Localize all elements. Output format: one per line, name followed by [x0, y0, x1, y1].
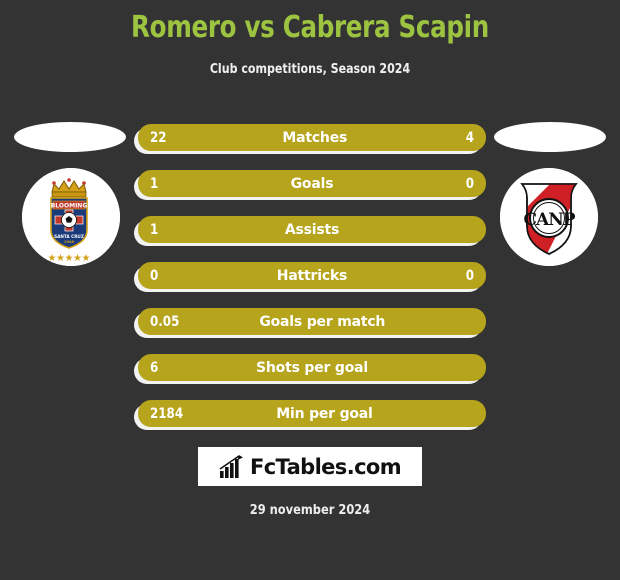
stat-bar: 0.05 Goals per match: [138, 308, 486, 335]
page-subtitle: Club competitions, Season 2024: [209, 62, 411, 77]
stat-label: Min per goal: [276, 405, 373, 422]
svg-text:1946: 1946: [64, 240, 75, 244]
decorative-ellipse-left: [14, 122, 126, 152]
stat-label: Assists: [284, 221, 340, 238]
stat-home-value: 6: [150, 359, 159, 376]
stat-bar: 1 Assists: [138, 216, 486, 243]
page-title: Romero vs Cabrera Scapin: [131, 10, 489, 45]
svg-text:BLOOMING: BLOOMING: [51, 202, 88, 209]
stat-label: Matches: [282, 129, 348, 146]
stat-bar: 0 Hattricks 0: [138, 262, 486, 289]
stat-bar: 22 Matches 4: [138, 124, 486, 151]
stat-away-value: 0: [465, 175, 474, 192]
stat-label: Goals: [290, 175, 334, 192]
page-date: 29 november 2024: [249, 503, 371, 518]
stat-bar: 1 Goals 0: [138, 170, 486, 197]
canp-badge-icon: CANP: [500, 168, 598, 266]
stat-row: 2184 Min per goal: [134, 400, 486, 430]
svg-text:SANTA CRUZ: SANTA CRUZ: [54, 234, 84, 239]
stat-home-value: 1: [150, 175, 159, 192]
stat-row: 1 Assists: [134, 216, 486, 246]
stat-label: Shots per goal: [256, 359, 368, 376]
stat-away-value: 0: [465, 267, 474, 284]
stat-label: Goals per match: [259, 313, 386, 330]
stat-home-value: 1: [150, 221, 159, 238]
home-team-badge: BLOOMING SANTA CRUZ 1946: [22, 168, 120, 266]
bar-chart-growth-icon: [219, 454, 243, 478]
stat-home-value: 22: [150, 129, 167, 146]
stat-row: 6 Shots per goal: [134, 354, 486, 384]
stat-home-value: 2184: [150, 405, 184, 422]
decorative-ellipse-right: [494, 122, 606, 152]
away-team-badge: CANP: [500, 168, 598, 266]
svg-text:CANP: CANP: [523, 210, 575, 230]
stat-bar: 2184 Min per goal: [138, 400, 486, 427]
stat-label: Hattricks: [276, 267, 348, 284]
stat-bar: 6 Shots per goal: [138, 354, 486, 381]
stat-row: 0.05 Goals per match: [134, 308, 486, 338]
stat-row: 1 Goals 0: [134, 170, 486, 200]
fctables-logo-text: FcTables.com: [249, 454, 402, 479]
club-blooming-badge-icon: BLOOMING SANTA CRUZ 1946: [22, 168, 120, 266]
stat-home-value: 0.05: [150, 313, 180, 330]
stat-away-value: 4: [465, 129, 474, 146]
stat-row: 22 Matches 4: [134, 124, 486, 154]
stat-row: 0 Hattricks 0: [134, 262, 486, 292]
stat-home-value: 0: [150, 267, 159, 284]
stats-list: 22 Matches 4 1 Goals 0 1 Assists 0 Hattr…: [134, 124, 486, 446]
fctables-logo[interactable]: FcTables.com: [198, 447, 422, 486]
